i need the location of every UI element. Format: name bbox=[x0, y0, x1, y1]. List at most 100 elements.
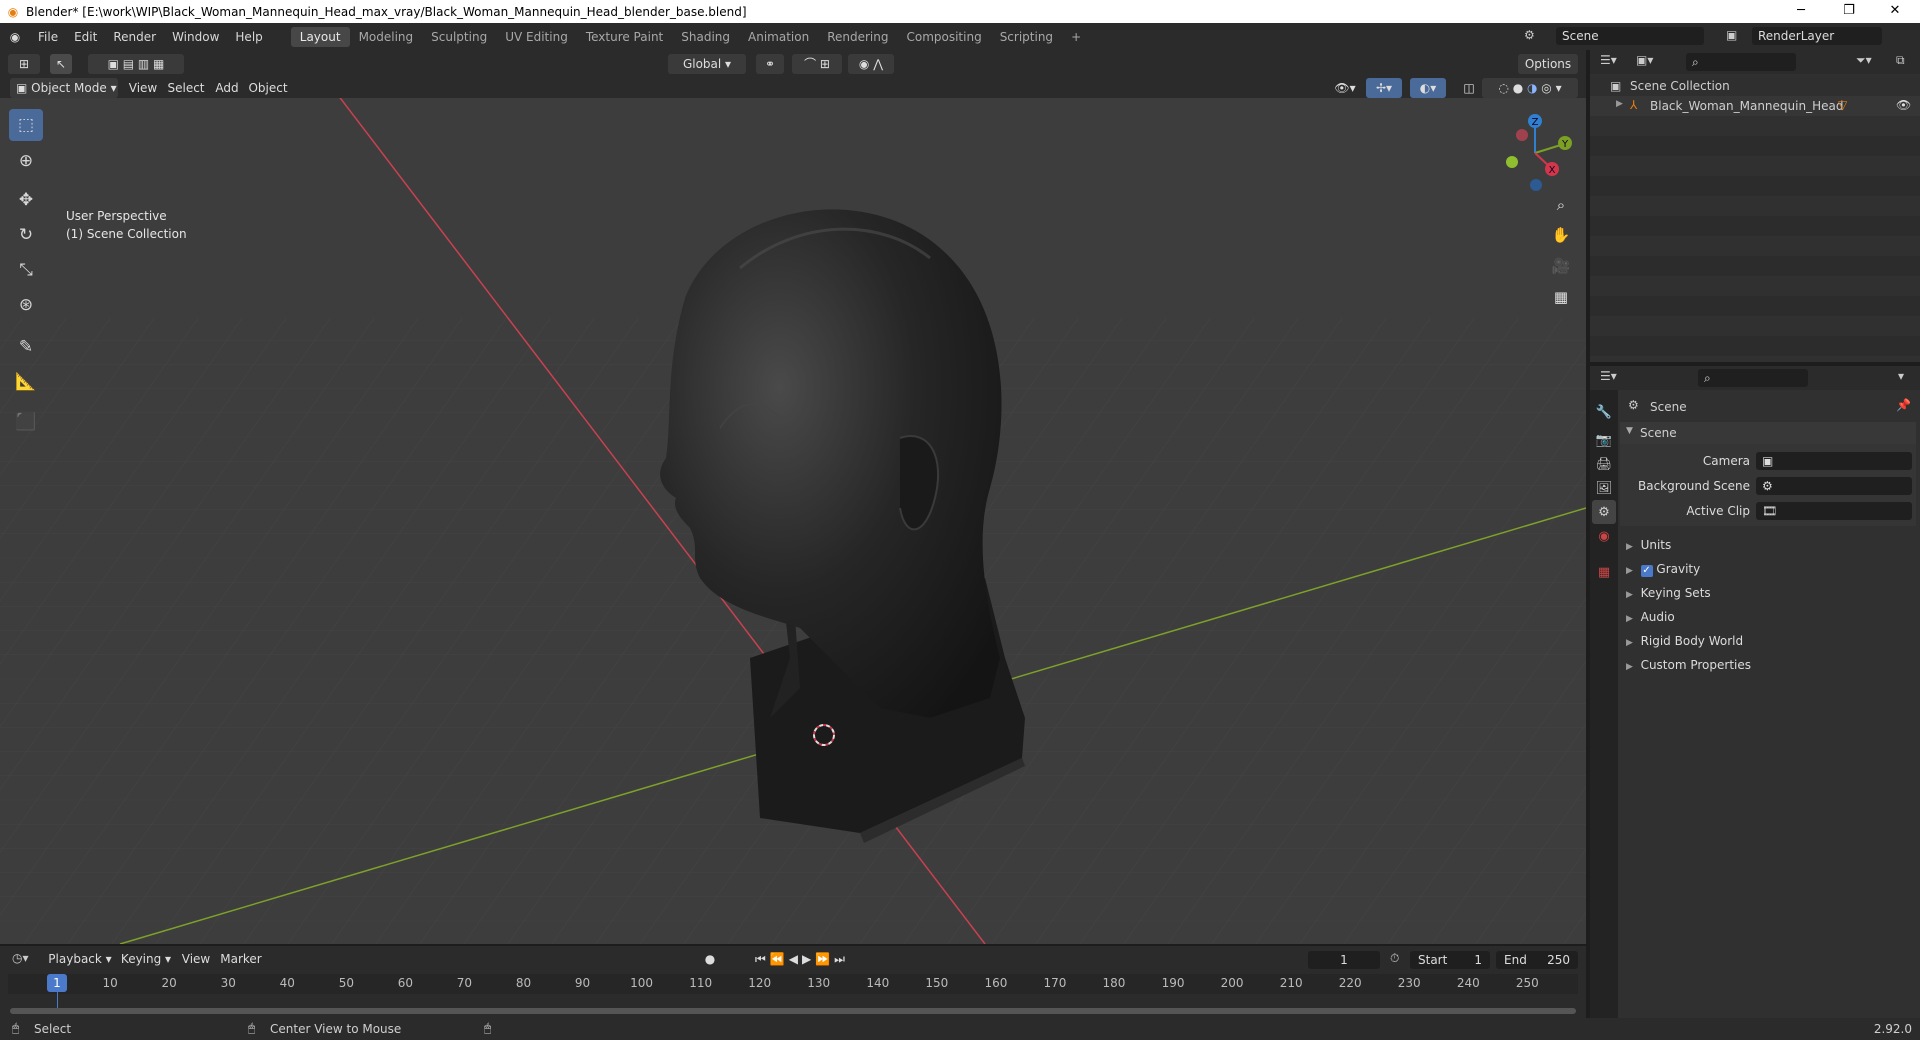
outliner-row-root[interactable]: ▣ Scene Collection bbox=[1590, 76, 1920, 96]
tab-rendering[interactable]: Rendering bbox=[818, 27, 897, 47]
tab-layout[interactable]: Layout bbox=[290, 26, 350, 47]
keying-sets-section[interactable]: ▶ Keying Sets bbox=[1626, 586, 1711, 600]
stopwatch-icon[interactable]: ⏱ bbox=[1390, 951, 1399, 966]
add-cube-tool-icon[interactable]: ⬛ bbox=[9, 406, 43, 438]
gravity-section[interactable]: ▶ ✓ Gravity bbox=[1626, 562, 1700, 577]
tab-sculpting[interactable]: Sculpting bbox=[422, 27, 496, 47]
audio-section[interactable]: ▶ Audio bbox=[1626, 610, 1675, 624]
cursor-tool-icon[interactable]: ⊕ bbox=[9, 145, 43, 177]
scene-type-icon[interactable]: ⚙ bbox=[1524, 28, 1535, 42]
gizmo-toggle-icon[interactable]: ✢▾ bbox=[1366, 78, 1402, 98]
menu-view[interactable]: View bbox=[126, 78, 160, 98]
menu-add[interactable]: Add bbox=[212, 78, 242, 98]
gravity-checkbox[interactable]: ✓ bbox=[1640, 565, 1653, 577]
pan-hand-icon[interactable]: ✋ bbox=[1548, 222, 1574, 248]
properties-options-icon[interactable]: ▾ bbox=[1898, 369, 1904, 383]
playhead-frame-marker[interactable]: 1 bbox=[47, 974, 67, 992]
editor-type-icon[interactable]: ⊞ bbox=[8, 54, 40, 74]
ortho-grid-icon[interactable]: ▦ bbox=[1548, 284, 1574, 310]
xray-icon[interactable]: ◫ bbox=[1458, 78, 1480, 98]
custom-properties-section[interactable]: ▶ Custom Properties bbox=[1626, 658, 1751, 672]
menu-edit[interactable]: Edit bbox=[66, 30, 105, 44]
tool-tab-icon[interactable]: 🔧 bbox=[1592, 400, 1616, 424]
snap-icon[interactable]: ⌒ ⊞ bbox=[792, 54, 842, 74]
outliner-search-input[interactable]: ⌕ bbox=[1686, 53, 1796, 71]
properties-search-input[interactable]: ⌕ bbox=[1698, 369, 1808, 387]
start-frame-field[interactable]: Start 1 bbox=[1410, 951, 1490, 969]
tab-texture-paint[interactable]: Texture Paint bbox=[577, 27, 672, 47]
select-box-tool-icon[interactable]: ⬚ bbox=[9, 109, 43, 141]
properties-editor-icon[interactable]: ☰▾ bbox=[1600, 369, 1617, 383]
active-clip-field[interactable]: 🎞 bbox=[1756, 502, 1912, 520]
rotate-tool-icon[interactable]: ↻ bbox=[9, 219, 43, 251]
display-mode-icon[interactable]: ▣▾ bbox=[1636, 53, 1653, 67]
keying-menu[interactable]: Keying ▾ bbox=[118, 949, 174, 969]
annotate-tool-icon[interactable]: ✎ bbox=[9, 331, 43, 363]
close-button[interactable]: ✕ bbox=[1872, 0, 1918, 23]
view-layer-tab-icon[interactable]: 🖼 bbox=[1592, 476, 1616, 500]
transform-orientation-dropdown[interactable]: Global ▾ bbox=[668, 54, 746, 74]
rigid-body-world-section[interactable]: ▶ Rigid Body World bbox=[1626, 634, 1743, 648]
outliner-row-object[interactable]: ▶ ⅄ Black_Woman_Mannequin_Head ▽ 👁 bbox=[1590, 96, 1920, 116]
renderlayer-selector[interactable]: RenderLayer bbox=[1752, 27, 1882, 45]
expand-arrow-icon[interactable]: ▶ bbox=[1616, 99, 1623, 109]
visibility-eye-icon[interactable]: 👁 bbox=[1896, 98, 1911, 112]
timeline-view-menu[interactable]: View bbox=[180, 949, 212, 969]
3d-viewport[interactable]: User Perspective (1) Scene Collection Z … bbox=[0, 98, 1586, 944]
proportional-edit-icon[interactable]: ◉ ⋀ bbox=[848, 54, 894, 74]
playback-controls[interactable]: ⏮⏪◀▶⏩⏭ bbox=[742, 949, 862, 969]
blender-menu-icon[interactable]: ◉ bbox=[0, 30, 30, 44]
menu-select[interactable]: Select bbox=[166, 78, 206, 98]
select-mode-buttons[interactable]: ▣ ▤ ▥ ▦ bbox=[88, 54, 184, 74]
tab-animation[interactable]: Animation bbox=[739, 27, 818, 47]
zoom-icon[interactable]: ⌕ bbox=[1548, 192, 1574, 218]
camera-view-icon[interactable]: 🎥 bbox=[1548, 253, 1574, 279]
options-dropdown[interactable]: Options bbox=[1518, 54, 1578, 74]
pin-icon[interactable]: 📌 bbox=[1896, 398, 1911, 412]
current-frame-field[interactable]: 1 bbox=[1308, 951, 1380, 969]
output-tab-icon[interactable]: 🖨 bbox=[1592, 452, 1616, 476]
measure-tool-icon[interactable]: 📐 bbox=[9, 366, 43, 398]
tab-scripting[interactable]: Scripting bbox=[991, 27, 1062, 47]
move-tool-icon[interactable]: ✥ bbox=[9, 184, 43, 216]
tab-uv-editing[interactable]: UV Editing bbox=[496, 27, 577, 47]
visibility-icon[interactable]: 👁▾ bbox=[1330, 78, 1360, 98]
outliner-editor-icon[interactable]: ☰▾ bbox=[1600, 53, 1617, 67]
renderlayer-icon[interactable]: ▣ bbox=[1726, 28, 1737, 42]
tab-modeling[interactable]: Modeling bbox=[350, 27, 423, 47]
timeline-editor-icon[interactable]: ◷▾ bbox=[12, 951, 29, 965]
menu-object[interactable]: Object bbox=[248, 78, 288, 98]
transform-tool-icon[interactable]: ⊛ bbox=[9, 289, 43, 321]
units-section[interactable]: ▶ Units bbox=[1626, 538, 1671, 552]
menu-window[interactable]: Window bbox=[164, 30, 227, 44]
record-icon[interactable]: ● bbox=[700, 949, 720, 969]
scale-tool-icon[interactable]: ⤡ bbox=[9, 254, 43, 286]
camera-field[interactable]: ▣ bbox=[1756, 452, 1912, 470]
end-frame-field[interactable]: End 250 bbox=[1496, 951, 1578, 969]
tab-shading[interactable]: Shading bbox=[672, 27, 739, 47]
object-mode-dropdown[interactable]: ▣ Object Mode ▾ bbox=[10, 78, 118, 98]
menu-file[interactable]: File bbox=[30, 30, 66, 44]
add-workspace-icon[interactable]: + bbox=[1062, 27, 1090, 47]
tab-compositing[interactable]: Compositing bbox=[897, 27, 990, 47]
new-collection-icon[interactable]: ⧉ bbox=[1896, 53, 1905, 68]
restore-button[interactable]: ❐ bbox=[1826, 0, 1872, 23]
menu-render[interactable]: Render bbox=[105, 30, 164, 44]
texture-tab-icon[interactable]: ▦ bbox=[1592, 560, 1616, 584]
scene-tab-icon[interactable]: ⚙ bbox=[1592, 500, 1616, 524]
navigation-gizmo[interactable]: Z Y X bbox=[1490, 108, 1580, 198]
select-tool-icon[interactable]: ↖ bbox=[50, 54, 72, 74]
filter-icon[interactable]: ⏷▾ bbox=[1856, 53, 1872, 68]
shading-mode-buttons[interactable]: ◌ ● ◑ ◎ ▾ bbox=[1482, 78, 1578, 98]
timeline-scrollbar[interactable] bbox=[10, 1008, 1576, 1014]
scene-panel-header[interactable]: ▼ Scene bbox=[1620, 422, 1916, 444]
minimize-button[interactable]: ─ bbox=[1778, 0, 1824, 23]
playback-menu[interactable]: Playback ▾ bbox=[46, 949, 114, 969]
pivot-icon[interactable]: ⚭ bbox=[756, 54, 784, 74]
menu-help[interactable]: Help bbox=[227, 30, 270, 44]
marker-menu[interactable]: Marker bbox=[218, 949, 264, 969]
world-tab-icon[interactable]: ◉ bbox=[1592, 524, 1616, 548]
scene-selector[interactable]: Scene bbox=[1556, 27, 1704, 45]
overlay-toggle-icon[interactable]: ◐▾ bbox=[1410, 78, 1446, 98]
render-tab-icon[interactable]: 📷 bbox=[1592, 428, 1616, 452]
